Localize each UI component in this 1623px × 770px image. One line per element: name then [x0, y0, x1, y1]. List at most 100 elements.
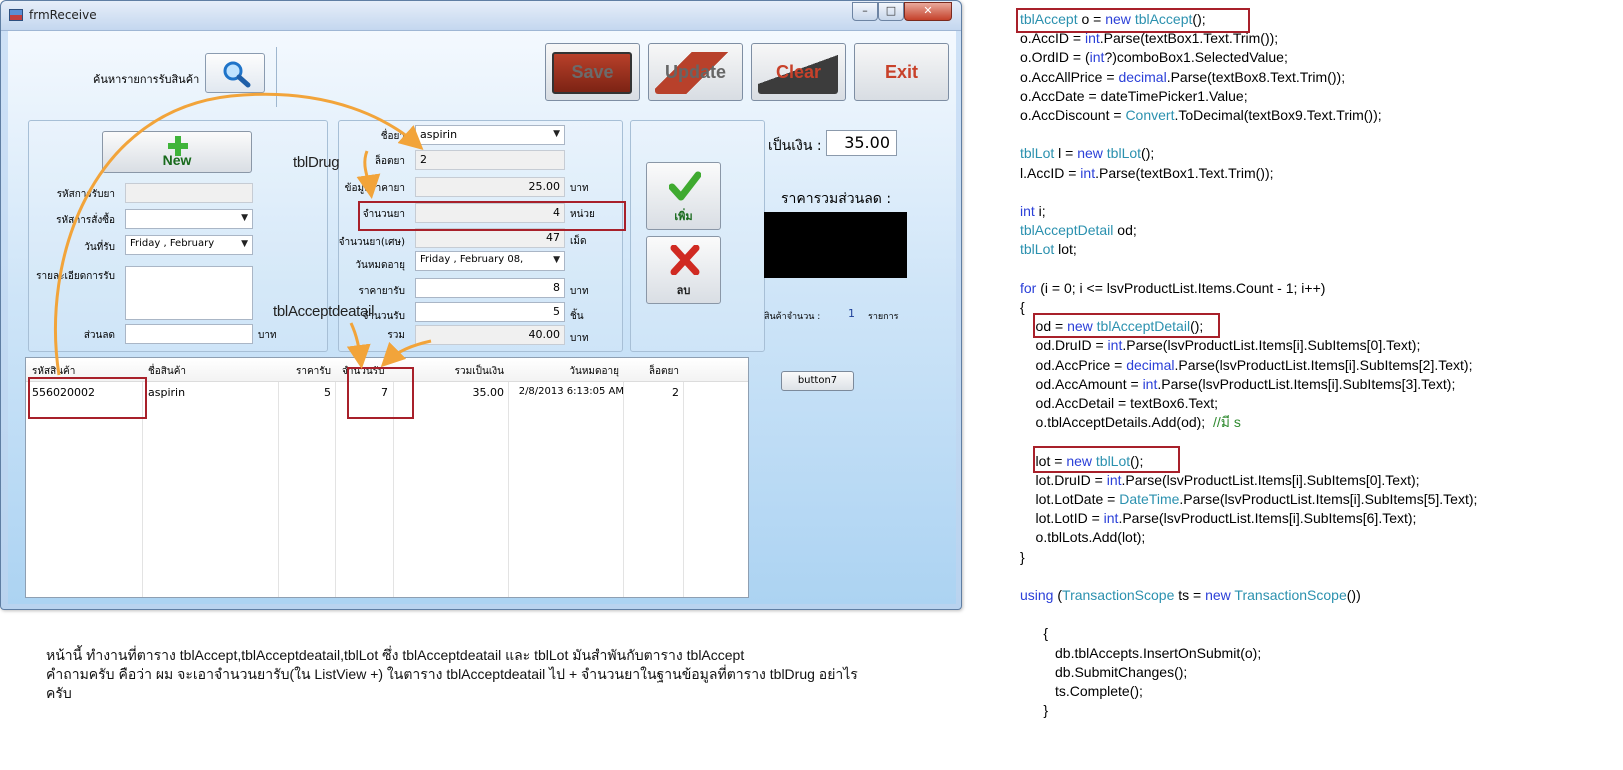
- expiry-date-picker[interactable]: Friday , February 08,: [415, 251, 565, 271]
- drug-name-label: ชื่อยา: [380, 131, 405, 142]
- receive-qty-field[interactable]: 5: [415, 302, 565, 322]
- add-item-button[interactable]: เพิ่ม: [646, 162, 721, 230]
- highlight-new-accept: [1016, 8, 1250, 33]
- col-header-lot[interactable]: ล็อตยา: [624, 364, 679, 379]
- code-line: lot.DruID = int.Parse(lsvProductList.Ite…: [1020, 471, 1420, 488]
- code-line: int i;: [1020, 203, 1046, 219]
- receive-qty-unit: ชิ้น: [570, 311, 584, 322]
- code-line: {: [1020, 625, 1049, 642]
- order-id-combo[interactable]: [125, 209, 253, 229]
- cell-expiry: 2/8/2013 6:13:05 AM: [518, 386, 624, 397]
- code-line: db.SubmitChanges();: [1020, 663, 1188, 680]
- checkmark-icon: [669, 171, 701, 201]
- cell-lot: 2: [672, 386, 679, 399]
- total-label: เป็นเงิน :: [768, 138, 822, 154]
- code-line: l.AccID = int.Parse(textBox1.Text.Trim()…: [1020, 164, 1274, 181]
- discount-field[interactable]: [125, 324, 253, 344]
- col-header-expiry[interactable]: วันหมดอายุ: [509, 364, 619, 379]
- highlight-product-id: [28, 377, 147, 419]
- code-line: o.AccDate = dateTimePicker1.Value;: [1020, 87, 1248, 104]
- cell-product-name: aspirin: [148, 386, 186, 399]
- receive-detail-textarea[interactable]: [125, 266, 253, 320]
- receive-date-label: วันที่รับ: [84, 242, 115, 253]
- col-header-price[interactable]: ราคารับ: [279, 364, 331, 379]
- new-button[interactable]: New: [102, 131, 252, 173]
- close-button[interactable]: ✕: [904, 2, 952, 21]
- receive-price-label: ราคายารับ: [358, 286, 405, 297]
- toolbar-separator: [276, 47, 277, 107]
- item-count-unit: รายการ: [868, 312, 899, 322]
- highlight-new-accept-detail: [1033, 313, 1220, 338]
- update-label: Update: [664, 62, 726, 82]
- add-item-label: เพิ่ม: [674, 210, 693, 223]
- caption-line-3: ครับ: [46, 685, 72, 701]
- exit-label: Exit: [884, 62, 918, 82]
- x-icon: [670, 245, 700, 275]
- code-line: lot.LotDate = DateTime.Parse(lsvProductL…: [1020, 491, 1478, 507]
- line-total-field[interactable]: 40.00: [415, 325, 565, 345]
- drug-price-label: ข้อมูลราคายา: [344, 183, 405, 194]
- highlight-drug-qty: [358, 201, 626, 231]
- order-id-label: รหัสการสั่งซื้อ: [56, 215, 115, 226]
- total-field[interactable]: 35.00: [826, 130, 897, 156]
- highlight-new-lot: [1033, 446, 1180, 473]
- minimize-button[interactable]: –: [852, 2, 878, 21]
- code-listing: tblAccept o = new tblAccept(); o.AccID = …: [1020, 10, 1620, 730]
- exit-button[interactable]: Exit: [854, 43, 949, 101]
- drug-price-unit: บาท: [570, 183, 589, 194]
- drug-lot-field[interactable]: 2: [415, 150, 565, 170]
- code-line: db.tblAccepts.InsertOnSubmit(o);: [1020, 644, 1262, 661]
- caption-line-2: คำถามครับ คือว่า ผม จะเอาจำนวนยารับ(ใน L…: [46, 666, 858, 682]
- discount-label: ส่วนลด: [83, 330, 115, 341]
- annotation-tbl-accept-detail: tblAcceptdeatail: [273, 303, 375, 320]
- code-line: using (TransactionScope ts = new Transac…: [1020, 587, 1361, 603]
- delete-item-button[interactable]: ลบ: [646, 236, 721, 304]
- save-button[interactable]: Save: [545, 43, 640, 101]
- form-client-area: ค้นหารายการรับสินค้า Save Update Clear E…: [8, 31, 956, 604]
- item-count-label: สินค้าจำนวน :: [764, 312, 821, 322]
- receive-id-label: รหัสการรับยา: [56, 189, 115, 200]
- drug-qty-fraction-label: จำนวนยา(เศษ): [338, 237, 405, 248]
- receive-id-field[interactable]: [125, 183, 253, 203]
- button7[interactable]: button7: [781, 371, 854, 391]
- drug-price-field[interactable]: 25.00: [415, 177, 565, 197]
- receive-price-unit: บาท: [570, 286, 589, 297]
- search-button[interactable]: [205, 53, 265, 93]
- code-line: for (i = 0; i <= lsvProductList.Items.Co…: [1020, 279, 1326, 296]
- line-total-label: รวม: [387, 330, 405, 341]
- annotation-tbl-drug: tblDrug: [293, 154, 340, 171]
- receive-price-field[interactable]: 8: [415, 278, 565, 298]
- highlight-receive-qty: [347, 367, 414, 419]
- code-line: }: [1020, 548, 1025, 565]
- code-line: od.DruID = int.Parse(lsvProductList.Item…: [1020, 337, 1421, 354]
- update-button[interactable]: Update: [648, 43, 743, 101]
- code-line: tblLot l = new tblLot();: [1020, 145, 1155, 162]
- code-line: o.tblLots.Add(lot);: [1020, 529, 1146, 546]
- window-title: frmReceive: [29, 8, 97, 22]
- plus-icon: [168, 136, 188, 156]
- clear-button[interactable]: Clear: [751, 43, 846, 101]
- code-line: o.OrdID = (int?)comboBox1.SelectedValue;: [1020, 49, 1288, 66]
- code-line: lot.LotID = int.Parse(lsvProductList.Ite…: [1020, 510, 1417, 527]
- title-bar[interactable]: frmReceive – □ ✕: [1, 1, 961, 31]
- code-line: tblAcceptDetail od;: [1020, 222, 1137, 239]
- drug-lot-label: ล็อตยา: [374, 156, 405, 167]
- drug-qty-fraction-field[interactable]: 47: [415, 228, 565, 248]
- code-line: od.AccAmount = int.Parse(lsvProductList.…: [1020, 375, 1456, 392]
- expiry-label: วันหมดอายุ: [355, 260, 405, 271]
- drug-name-combo[interactable]: aspirin: [415, 125, 565, 145]
- item-count-value: 1: [848, 307, 855, 320]
- code-line: }: [1020, 702, 1049, 719]
- discount-total-label: ราคารวมส่วนลด :: [781, 191, 892, 207]
- code-line: ts.Complete();: [1020, 683, 1143, 699]
- app-icon: [9, 9, 23, 21]
- line-total-unit: บาท: [570, 333, 589, 344]
- receive-date-picker[interactable]: Friday , February: [125, 235, 253, 255]
- code-line: od.AccDetail = textBox6.Text;: [1020, 395, 1219, 411]
- col-header-product-name[interactable]: ชื่อสินค้า: [148, 364, 186, 379]
- code-line: o.AccAllPrice = decimal.Parse(textBox8.T…: [1020, 68, 1346, 85]
- maximize-button[interactable]: □: [878, 2, 904, 21]
- discount-unit: บาท: [258, 330, 277, 341]
- code-line: od.AccPrice = decimal.Parse(lsvProductLi…: [1020, 356, 1473, 373]
- drug-qty-fraction-unit: เม็ด: [570, 236, 587, 247]
